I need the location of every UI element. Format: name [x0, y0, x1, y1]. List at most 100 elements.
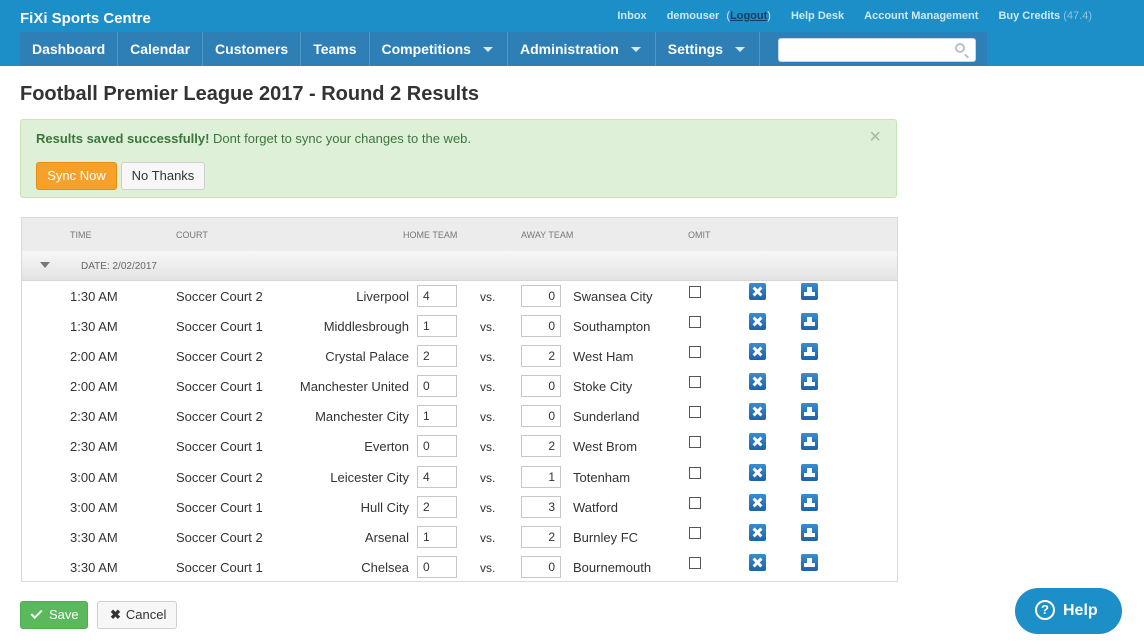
- search-icon[interactable]: [955, 43, 965, 53]
- home-score-input[interactable]: 2: [417, 345, 457, 368]
- away-score-input[interactable]: 1: [521, 465, 561, 488]
- stats-icon[interactable]: [801, 313, 818, 331]
- search-input[interactable]: [778, 38, 976, 62]
- vs-label: vs.: [480, 380, 496, 395]
- sync-now-button[interactable]: Sync Now: [36, 162, 117, 190]
- help-desk-link[interactable]: Help Desk: [781, 10, 854, 22]
- help-button[interactable]: ? Help: [1015, 588, 1122, 634]
- stats-icon[interactable]: [801, 433, 818, 451]
- away-score-input[interactable]: 0: [521, 405, 561, 428]
- stats-icon[interactable]: [801, 343, 818, 361]
- stats-icon[interactable]: [801, 553, 818, 571]
- home-score-input[interactable]: 2: [417, 495, 457, 518]
- table-row: 1:30 AM Soccer Court 1 Middlesbrough 1 vs. 0 S…: [22, 311, 897, 341]
- nav-calendar[interactable]: Calendar: [118, 32, 204, 66]
- save-button[interactable]: Save: [20, 601, 88, 629]
- alert-message: Results saved successfully! Dont forget …: [36, 131, 471, 146]
- edit-tools-icon[interactable]: [749, 373, 766, 391]
- nav-customers[interactable]: Customers: [203, 32, 302, 66]
- top-links: Inbox demouser (Logout) Help Desk Accoun…: [607, 10, 1102, 22]
- stats-icon[interactable]: [801, 373, 818, 391]
- username[interactable]: demouser: [667, 10, 720, 22]
- omit-checkbox[interactable]: [689, 436, 701, 449]
- home-score-input[interactable]: 1: [417, 315, 457, 338]
- vs-label: vs.: [480, 530, 496, 545]
- save-label: Save: [49, 607, 79, 622]
- date-group-row[interactable]: DATE: 2/02/2017: [22, 251, 897, 281]
- away-score-input[interactable]: 3: [521, 495, 561, 518]
- omit-checkbox[interactable]: [689, 376, 701, 389]
- inbox-link[interactable]: Inbox: [607, 10, 656, 22]
- away-score-input[interactable]: 0: [521, 315, 561, 338]
- home-score-input[interactable]: 0: [417, 375, 457, 398]
- away-team: Stoke City: [573, 379, 633, 395]
- collapse-caret-icon[interactable]: [40, 262, 50, 268]
- match-court: Soccer Court 2: [176, 409, 263, 425]
- home-score-input[interactable]: 4: [417, 285, 457, 307]
- match-court: Soccer Court 1: [176, 559, 263, 575]
- omit-checkbox[interactable]: [689, 526, 701, 539]
- edit-tools-icon[interactable]: [749, 313, 766, 331]
- close-icon[interactable]: ×: [869, 126, 881, 149]
- main-nav: Dashboard Calendar Customers Teams Compe…: [20, 32, 987, 66]
- match-time: 2:30 AM: [70, 439, 118, 455]
- away-score-input[interactable]: 0: [521, 375, 561, 398]
- edit-tools-icon[interactable]: [749, 493, 766, 511]
- question-icon: ?: [1035, 600, 1055, 620]
- away-score-input[interactable]: 2: [521, 525, 561, 548]
- stats-icon[interactable]: [801, 463, 818, 481]
- home-score-input[interactable]: 0: [417, 555, 457, 578]
- vs-label: vs.: [480, 410, 496, 425]
- away-score-input[interactable]: 2: [521, 435, 561, 458]
- away-team: Watford: [573, 499, 619, 515]
- home-score-input[interactable]: 1: [417, 405, 457, 428]
- omit-checkbox[interactable]: [689, 316, 701, 329]
- logout-paren-open: (: [726, 10, 730, 22]
- edit-tools-icon[interactable]: [749, 523, 766, 541]
- omit-checkbox[interactable]: [689, 496, 701, 509]
- match-court: Soccer Court 1: [176, 499, 263, 515]
- logout-link[interactable]: Logout: [730, 10, 767, 22]
- no-thanks-button[interactable]: No Thanks: [121, 162, 205, 190]
- nav-teams[interactable]: Teams: [301, 32, 370, 66]
- away-score-input[interactable]: 2: [521, 345, 561, 368]
- table-row: 3:30 AM Soccer Court 1 Chelsea 0 vs. 0 Bournem…: [22, 552, 897, 582]
- edit-tools-icon[interactable]: [749, 463, 766, 481]
- home-team: Everton: [364, 439, 409, 455]
- edit-tools-icon[interactable]: [749, 283, 766, 300]
- away-score-input[interactable]: 0: [521, 285, 561, 307]
- stats-icon[interactable]: [801, 403, 818, 421]
- match-court: Soccer Court 1: [176, 439, 263, 455]
- nav-administration[interactable]: Administration: [508, 32, 656, 66]
- edit-tools-icon[interactable]: [749, 403, 766, 421]
- away-team: Totenham: [573, 469, 631, 485]
- omit-checkbox[interactable]: [689, 556, 701, 569]
- home-score-input[interactable]: 1: [417, 525, 457, 548]
- stats-icon[interactable]: [801, 493, 818, 511]
- away-score-input[interactable]: 0: [521, 555, 561, 578]
- nav-settings[interactable]: Settings: [656, 32, 760, 66]
- omit-checkbox[interactable]: [689, 466, 701, 479]
- cancel-button[interactable]: ✖ Cancel: [97, 601, 177, 629]
- omit-checkbox[interactable]: [689, 346, 701, 359]
- header-away-team: Away Team: [521, 230, 574, 240]
- buy-credits-link[interactable]: Buy Credits (47.4): [988, 10, 1102, 22]
- home-score-input[interactable]: 0: [417, 435, 457, 458]
- away-team: Bournemouth: [573, 559, 652, 575]
- nav-competitions[interactable]: Competitions: [370, 32, 508, 66]
- edit-tools-icon[interactable]: [749, 343, 766, 361]
- table-row: 2:30 AM Soccer Court 1 Everton 0 vs. 2 West Br…: [22, 431, 897, 461]
- omit-checkbox[interactable]: [689, 406, 701, 419]
- match-time: 3:30 AM: [70, 559, 118, 575]
- edit-tools-icon[interactable]: [749, 433, 766, 451]
- edit-tools-icon[interactable]: [749, 553, 766, 571]
- vs-label: vs.: [480, 320, 496, 335]
- account-management-link[interactable]: Account Management: [854, 10, 988, 22]
- nav-administration-label: Administration: [519, 41, 619, 57]
- nav-dashboard[interactable]: Dashboard: [20, 32, 119, 66]
- vs-label: vs.: [480, 440, 496, 455]
- home-score-input[interactable]: 4: [417, 465, 457, 488]
- omit-checkbox[interactable]: [689, 286, 701, 298]
- stats-icon[interactable]: [801, 523, 818, 541]
- stats-icon[interactable]: [801, 283, 818, 300]
